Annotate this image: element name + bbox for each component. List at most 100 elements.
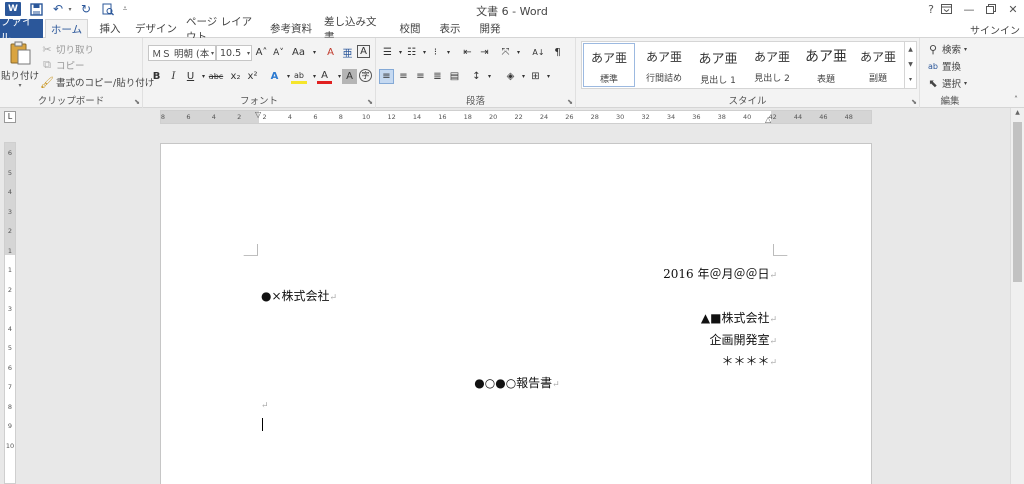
find-button[interactable]: ⚲ 検索 ▾ (926, 42, 967, 57)
show-marks-icon[interactable]: ¶ (550, 45, 565, 60)
tab-home[interactable]: ホーム (45, 19, 88, 39)
report-title-line[interactable]: ●○●○報告書↵ (161, 374, 873, 391)
character-shading-icon[interactable]: A (342, 69, 357, 84)
tab-selector[interactable]: L (4, 111, 16, 123)
replace-button[interactable]: ab 置換 (926, 59, 961, 74)
horizontal-ruler[interactable]: 8 6 4 2 2 4 6 8 10 12 14 16 18 20 22 24 26 28 30 32 34 36 38 40… (160, 110, 872, 124)
align-right-icon[interactable]: ≡ (413, 69, 428, 84)
ribbon-display-options-icon[interactable] (935, 1, 957, 17)
text-effects-icon[interactable]: A (267, 69, 282, 84)
shrink-font-icon[interactable]: A˅ (271, 45, 286, 60)
font-name-dropdown-icon[interactable]: ▾ (211, 50, 214, 57)
find-dropdown-icon[interactable]: ▾ (964, 46, 967, 53)
right-indent-marker[interactable]: △ (765, 115, 771, 124)
align-left-icon[interactable]: ≡ (379, 69, 394, 84)
undo-icon[interactable]: ↶ (50, 1, 66, 17)
distributed-icon[interactable]: ▤ (447, 69, 462, 84)
vruler-tick-label: 7 (7, 383, 13, 391)
font-launcher-icon[interactable]: ⬊ (367, 98, 373, 106)
scroll-thumb[interactable] (1013, 122, 1022, 282)
paste-dropdown-icon[interactable]: ▾ (18, 82, 21, 89)
change-case-icon[interactable]: Aa (291, 45, 306, 60)
style-heading-2[interactable]: あア亜 見出し 2 (746, 43, 798, 87)
sender-company-line[interactable]: ▲■株式会社↵ (701, 309, 777, 326)
ruler-tick-label: 4 (211, 113, 216, 121)
undo-dropdown-icon[interactable]: ▾ (66, 1, 74, 17)
font-size-dropdown-icon[interactable]: ▾ (247, 50, 250, 57)
print-preview-icon[interactable] (100, 1, 116, 17)
style-name: 標準 (599, 75, 618, 85)
change-case-dropdown-icon[interactable]: ▾ (307, 45, 322, 60)
sort-icon[interactable]: A↓ (531, 45, 546, 60)
customize-qat-icon[interactable]: ⩡ (120, 1, 130, 17)
tab-file[interactable]: ファイル (0, 15, 43, 44)
italic-icon[interactable]: I (166, 69, 181, 84)
paste-button[interactable]: 貼り付け ▾ (1, 40, 39, 90)
tab-mailings[interactable]: 差し込み文書 (324, 16, 384, 43)
decrease-indent-icon[interactable]: ⇤ (460, 45, 475, 60)
tab-references[interactable]: 参考資料 (266, 19, 316, 38)
collapse-ribbon-icon[interactable]: ˄ (1014, 95, 1018, 104)
select-dropdown-icon[interactable]: ▾ (964, 80, 967, 87)
sender-name-line[interactable]: ＊＊＊＊↵ (721, 352, 777, 369)
asian-layout-dropdown-icon[interactable]: ▾ (511, 45, 526, 60)
styles-launcher-icon[interactable]: ⬊ (911, 98, 917, 106)
scroll-up-icon[interactable]: ▲ (1011, 109, 1024, 116)
empty-line[interactable]: ↵ (261, 397, 269, 411)
line-spacing-dropdown-icon[interactable]: ▾ (482, 69, 497, 84)
font-name-combo[interactable]: ＭＳ 明朝 (本 ▾ (148, 45, 216, 61)
grow-font-icon[interactable]: A˄ (254, 45, 269, 60)
close-icon[interactable]: ✕ (1002, 1, 1024, 17)
increase-indent-icon[interactable]: ⇥ (477, 45, 492, 60)
paragraph-launcher-icon[interactable]: ⬊ (567, 98, 573, 106)
style-no-spacing[interactable]: あア亜 行間詰め (638, 43, 690, 87)
tab-page-layout[interactable]: ページ レイアウト (186, 16, 258, 43)
first-line-indent-marker[interactable]: ▽ (255, 110, 261, 119)
style-subtitle[interactable]: あア亜 副題 (852, 43, 904, 87)
bold-icon[interactable]: B (149, 69, 164, 84)
character-border-icon[interactable]: A (357, 45, 370, 58)
sender-dept-line[interactable]: 企画開発室↵ (709, 331, 777, 348)
enclose-characters-icon[interactable]: 字 (359, 69, 372, 82)
vertical-scrollbar[interactable]: ▲ (1010, 108, 1024, 484)
subscript-icon[interactable]: x₂ (228, 69, 243, 84)
tab-view[interactable]: 表示 (434, 19, 466, 38)
font-color-icon[interactable]: A (317, 69, 332, 84)
restore-icon[interactable] (980, 1, 1002, 17)
highlight-icon[interactable]: ab (291, 69, 307, 84)
gallery-scroll[interactable]: ▲ ▼ ▾ (904, 42, 916, 88)
clipboard-launcher-icon[interactable]: ⬊ (134, 98, 140, 106)
cut-button[interactable]: ✂ 切り取り (40, 42, 94, 57)
clear-formatting-icon[interactable]: A (323, 45, 338, 60)
borders-dropdown-icon[interactable]: ▾ (541, 69, 556, 84)
date-line[interactable]: 2016 年＠月＠＠日↵ (663, 265, 777, 282)
multilevel-dropdown-icon[interactable]: ▾ (441, 45, 456, 60)
style-normal[interactable]: あア亜 標準 (583, 43, 635, 87)
gallery-more-icon[interactable]: ▾ (905, 72, 916, 87)
vertical-ruler[interactable]: 6 5 4 3 2 1 1 2 3 4 5 6 7 8 9 10 (4, 142, 16, 484)
tab-design[interactable]: デザイン (134, 19, 178, 38)
align-center-icon[interactable]: ≡ (396, 69, 411, 84)
ruby-icon[interactable]: 亜 (340, 45, 355, 60)
gallery-down-icon[interactable]: ▼ (905, 57, 916, 72)
document-page[interactable]: 2016 年＠月＠＠日↵ ●×株式会社↵ ▲■株式会社↵ 企画開発室↵ ＊＊＊＊… (160, 143, 872, 484)
recipient-line[interactable]: ●×株式会社↵ (261, 287, 337, 304)
select-button[interactable]: ⬉ 選択 ▾ (926, 76, 967, 91)
strikethrough-icon[interactable]: abc (206, 69, 226, 84)
paste-icon (10, 41, 31, 65)
tab-developer[interactable]: 開発 (474, 19, 506, 38)
paragraph-mark: ↵ (552, 380, 560, 390)
style-heading-1[interactable]: あア亜 見出し 1 (692, 43, 744, 87)
font-size-combo[interactable]: 10.5 ▾ (216, 45, 252, 61)
format-painter-button[interactable]: 🖌 書式のコピー/貼り付け (40, 75, 154, 90)
tab-review[interactable]: 校閲 (394, 19, 426, 38)
sign-in-link[interactable]: サインイン (970, 22, 1020, 37)
copy-button[interactable]: ⧉ コピー (40, 58, 84, 72)
justify-icon[interactable]: ≣ (430, 69, 445, 84)
gallery-up-icon[interactable]: ▲ (905, 42, 916, 57)
superscript-icon[interactable]: x² (245, 69, 260, 84)
minimize-icon[interactable]: — (958, 1, 980, 17)
tab-insert[interactable]: 挿入 (92, 19, 128, 38)
redo-icon[interactable]: ↻ (78, 1, 94, 17)
style-title[interactable]: あア亜 表題 (800, 43, 852, 87)
